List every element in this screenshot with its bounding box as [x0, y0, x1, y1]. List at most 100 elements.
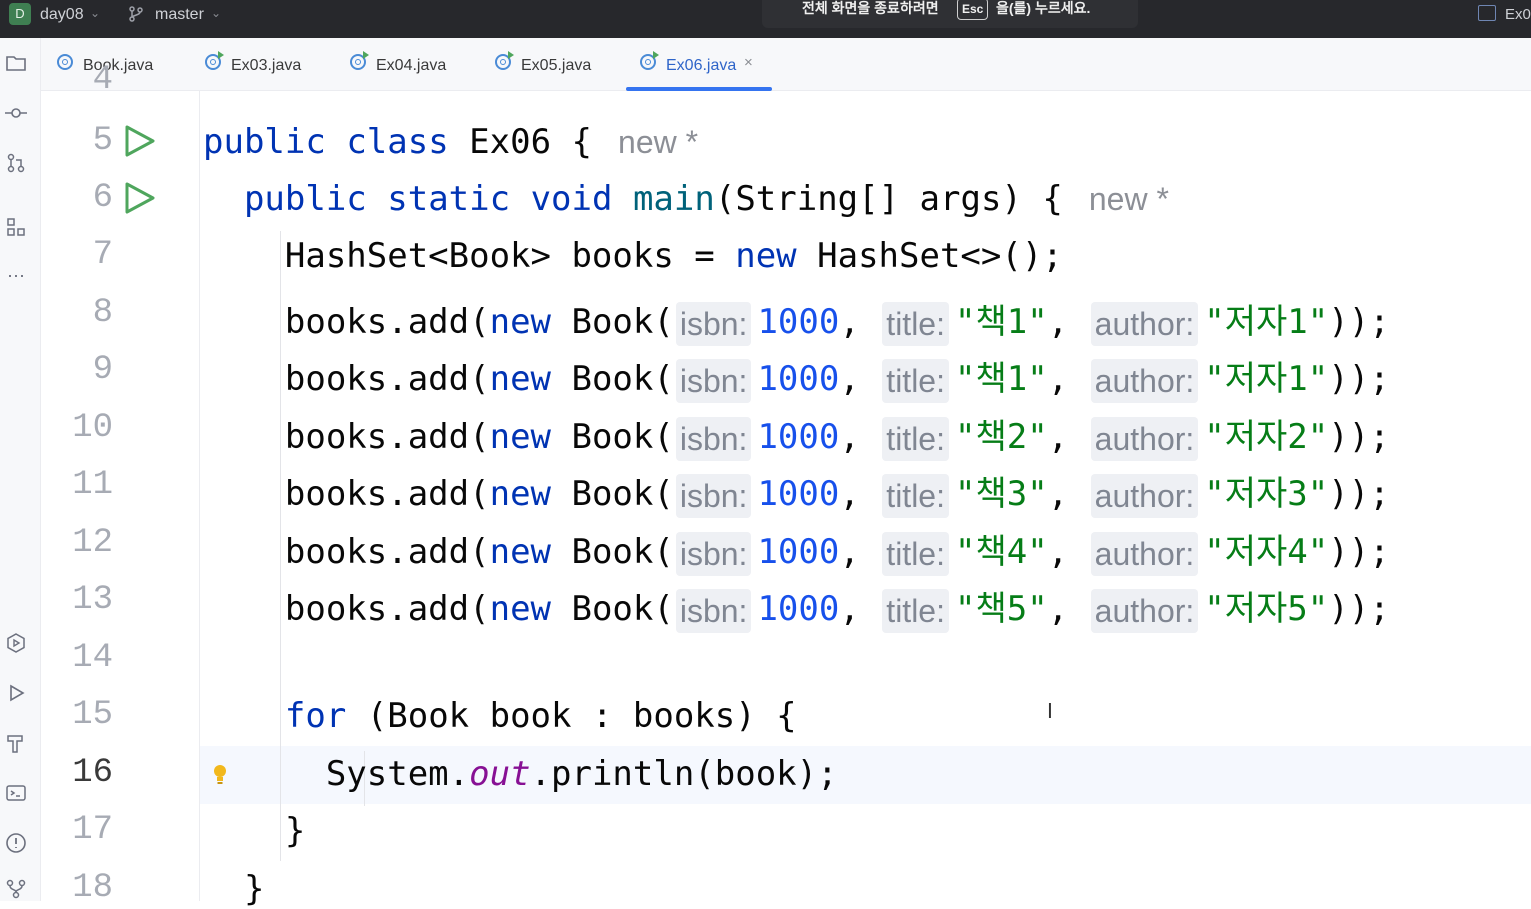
- tab-ex04-java[interactable]: Ex04.java: [350, 38, 490, 90]
- string-literal: "저자3": [1204, 474, 1329, 514]
- project-badge[interactable]: D: [9, 3, 31, 25]
- param-hint-isbn: isbn:: [675, 531, 752, 576]
- run-icon[interactable]: [4, 682, 28, 706]
- code-text: ));: [1328, 532, 1390, 572]
- java-run-class-icon: [495, 51, 514, 70]
- method-name: main: [632, 179, 715, 219]
- pull-request-icon[interactable]: [4, 152, 28, 176]
- keyword: public: [243, 179, 367, 219]
- keyword: new: [489, 474, 552, 514]
- code-text: System.: [325, 754, 470, 794]
- chevron-down-icon[interactable]: ⌄: [90, 6, 100, 20]
- line-number: 6: [92, 179, 113, 217]
- terminal-icon[interactable]: [4, 782, 28, 806]
- git-icon[interactable]: [4, 878, 28, 902]
- code-text: ));: [1328, 417, 1390, 457]
- tab-ex06-java[interactable]: Ex06.java ×: [640, 38, 770, 90]
- commit-icon[interactable]: [4, 102, 28, 126]
- problems-icon[interactable]: [4, 832, 28, 856]
- number-literal: 1000: [757, 589, 840, 629]
- line-number: 14: [72, 639, 113, 677]
- close-icon[interactable]: ×: [744, 54, 753, 71]
- line-number-current: 16: [72, 754, 113, 792]
- build-icon[interactable]: [4, 732, 28, 756]
- line-number: 10: [72, 409, 113, 447]
- java-run-class-icon: [640, 51, 659, 70]
- comma: ,: [839, 589, 860, 629]
- tab-label: Ex06.java: [666, 57, 737, 74]
- code-text: Book(: [551, 589, 674, 629]
- services-icon[interactable]: [4, 632, 28, 656]
- line-number: 8: [92, 294, 113, 332]
- number-literal: 1000: [757, 532, 840, 572]
- comma: ,: [1047, 474, 1069, 514]
- keyword: new: [489, 417, 552, 457]
- java-run-class-icon: [350, 51, 369, 70]
- code-text: Book(: [551, 532, 674, 572]
- comma: ,: [839, 302, 860, 342]
- string-literal: "책5": [954, 589, 1048, 629]
- param-hint-isbn: isbn:: [675, 301, 752, 346]
- code-text: HashSet<Book> books =: [284, 236, 736, 276]
- folder-icon[interactable]: [4, 52, 28, 76]
- param-hint-title: title:: [882, 358, 949, 403]
- string-literal: "저자5": [1204, 589, 1329, 629]
- code-text: books.add(: [284, 417, 490, 457]
- comma: ,: [1047, 359, 1069, 399]
- param-hint-title: title:: [882, 416, 949, 461]
- structure-icon[interactable]: [4, 216, 28, 240]
- keyword: public: [203, 122, 326, 162]
- line-number: 7: [92, 236, 113, 274]
- param-hint-title: title:: [882, 588, 949, 633]
- more-icon[interactable]: ⋯: [4, 264, 28, 288]
- project-name[interactable]: day08: [40, 6, 84, 24]
- run-main-icon[interactable]: [123, 181, 157, 215]
- brace: {: [1042, 179, 1063, 219]
- param-hint-author: author:: [1090, 588, 1199, 633]
- keyword: for: [284, 696, 347, 736]
- chevron-down-icon[interactable]: ⌄: [211, 6, 221, 20]
- number-literal: 1000: [757, 417, 840, 457]
- run-config-label[interactable]: Ex0: [1505, 6, 1531, 23]
- code-text: ));: [1328, 589, 1390, 629]
- code-line-6: public static void main(String[] args) {…: [203, 179, 1169, 219]
- tab-ex03-java[interactable]: Ex03.java: [205, 38, 345, 90]
- param-hint-title: title:: [882, 301, 949, 346]
- code-editor[interactable]: 4 5 6 7 8 9 10 11 12 13 14 15 16 17 18 p…: [41, 61, 1531, 909]
- tab-ex05-java[interactable]: Ex05.java: [495, 38, 635, 90]
- banner-text-right: 을(를) 누르세요.: [996, 0, 1091, 16]
- line-number: 4: [92, 61, 113, 99]
- string-literal: "저자4": [1204, 532, 1329, 572]
- tool-strip: ⋯: [0, 38, 41, 901]
- comma: ,: [1047, 532, 1069, 572]
- run-class-icon[interactable]: [123, 124, 157, 158]
- static-field: out: [469, 754, 531, 794]
- code-line-16: System.out.println(book);: [203, 754, 838, 794]
- number-literal: 1000: [757, 302, 840, 342]
- keyword: new: [489, 589, 552, 629]
- code-line-10: books.add(new Book(isbn: 1000, title: "책2"…: [203, 409, 1390, 461]
- usage-inlay-hint[interactable]: new *: [618, 124, 698, 160]
- comma: ,: [839, 474, 860, 514]
- branch-icon[interactable]: [127, 5, 145, 23]
- comma: ,: [1047, 589, 1069, 629]
- code-line-7: HashSet<Book> books = new HashSet<>();: [203, 236, 1063, 276]
- param-hint-isbn: isbn:: [675, 473, 752, 518]
- param-hint-author: author:: [1090, 416, 1199, 461]
- java-run-class-icon: [205, 51, 224, 70]
- editor-tab-bar: Book.java Ex03.java Ex04.java Ex05.java …: [41, 38, 1531, 91]
- comma: ,: [839, 532, 860, 572]
- code-text: books.add(: [284, 359, 490, 399]
- param-hint-title: title:: [882, 531, 949, 576]
- line-number: 11: [72, 466, 113, 504]
- usage-inlay-hint[interactable]: new *: [1089, 181, 1169, 217]
- comma: ,: [1047, 417, 1069, 457]
- code-text: books.add(: [284, 589, 490, 629]
- window-icon[interactable]: [1478, 5, 1496, 21]
- param-hint-author: author:: [1090, 473, 1199, 518]
- esc-key-badge: Esc: [957, 0, 989, 20]
- line-number: 15: [72, 696, 113, 734]
- param-hint-isbn: isbn:: [675, 358, 752, 403]
- branch-name[interactable]: master: [155, 6, 204, 24]
- string-literal: "저자2": [1204, 417, 1329, 457]
